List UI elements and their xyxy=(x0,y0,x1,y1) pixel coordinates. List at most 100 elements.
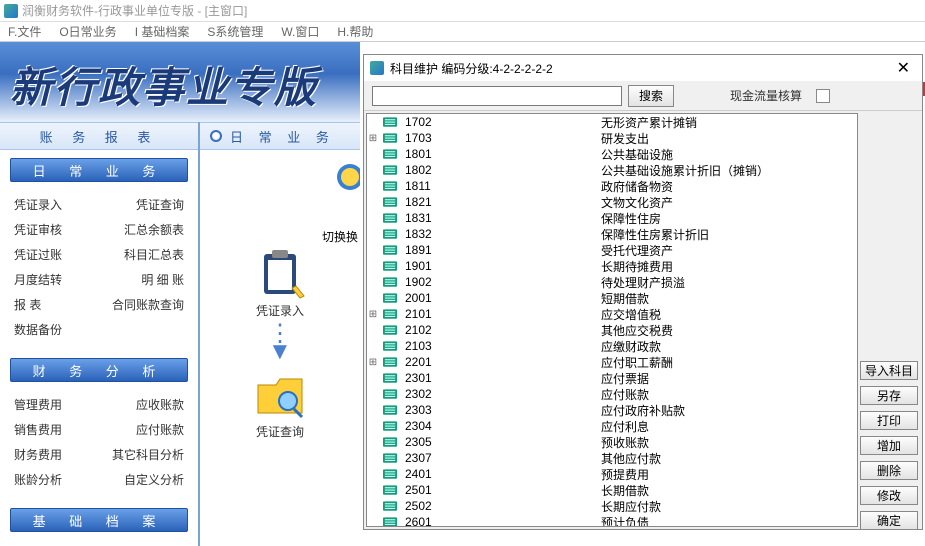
nav-link[interactable]: 报 表 xyxy=(14,296,41,313)
nav-link[interactable]: 财务费用 xyxy=(14,446,62,463)
nav-link[interactable]: 自定义分析 xyxy=(124,471,184,488)
mid-panel: 日 常 业 务 切换换 凭证录入 ⋮▼ 凭证查询 xyxy=(200,122,360,546)
table-row[interactable]: 1901长期待摊费用 xyxy=(367,258,857,274)
subject-name: 预提费用 xyxy=(601,466,649,483)
dlg-btn-5[interactable]: 修改 xyxy=(860,486,918,505)
subject-icon xyxy=(382,148,398,161)
band-analysis[interactable]: 财 务 分 析 xyxy=(10,358,188,382)
nav-link[interactable]: 其它科目分析 xyxy=(112,446,184,463)
table-row[interactable]: 2303应付政府补贴款 xyxy=(367,402,857,418)
subject-name: 研发支出 xyxy=(601,130,649,147)
subject-name: 公共基础设施 xyxy=(601,146,673,163)
dlg-btn-1[interactable]: 另存 xyxy=(860,386,918,405)
nav-link[interactable]: 账龄分析 xyxy=(14,471,62,488)
table-row[interactable]: 2001短期借款 xyxy=(367,290,857,306)
dlg-btn-2[interactable]: 打印 xyxy=(860,411,918,430)
subject-name: 政府储备物资 xyxy=(601,178,673,195)
panel-header-reports: 账 务 报 表 xyxy=(0,122,198,150)
nav-link[interactable]: 凭证查询 xyxy=(136,196,184,213)
subject-icon xyxy=(382,356,398,369)
table-row[interactable]: 2302应付账款 xyxy=(367,386,857,402)
table-row[interactable]: 2502长期应付款 xyxy=(367,498,857,514)
subject-icon xyxy=(382,116,398,129)
subject-icon xyxy=(382,516,398,527)
subject-name: 应付政府补贴款 xyxy=(601,402,685,419)
nav-link[interactable]: 汇总余额表 xyxy=(124,221,184,238)
table-row[interactable]: 1702无形资产累计摊销 xyxy=(367,114,857,130)
table-row[interactable]: 2305预收账款 xyxy=(367,434,857,450)
menu-base[interactable]: I 基础档案 xyxy=(135,23,190,40)
nav-link[interactable]: 合同账款查询 xyxy=(112,296,184,313)
table-row[interactable]: 2301应付票据 xyxy=(367,370,857,386)
menu-daily[interactable]: O日常业务 xyxy=(59,23,116,40)
table-row[interactable]: 2103应缴财政款 xyxy=(367,338,857,354)
subject-icon xyxy=(382,164,398,177)
table-row[interactable]: 1831保障性住房 xyxy=(367,210,857,226)
voucher-entry[interactable]: 凭证录入 xyxy=(252,246,308,319)
switch-icon[interactable] xyxy=(330,162,360,222)
table-row[interactable]: ⊞2201应付职工薪酬 xyxy=(367,354,857,370)
search-button[interactable]: 搜索 xyxy=(628,85,674,107)
subject-name: 公共基础设施累计折旧（摊销） xyxy=(601,162,769,179)
table-row[interactable]: 2102其他应交税费 xyxy=(367,322,857,338)
subject-code: 2301 xyxy=(401,371,601,385)
table-row[interactable]: 2501长期借款 xyxy=(367,482,857,498)
cash-flow-checkbox[interactable] xyxy=(816,89,830,103)
subject-code: 1831 xyxy=(401,211,601,225)
nav-link[interactable]: 明 细 账 xyxy=(141,271,184,288)
subject-code: 2501 xyxy=(401,483,601,497)
dlg-btn-4[interactable]: 删除 xyxy=(860,461,918,480)
menu-window[interactable]: W.窗口 xyxy=(281,23,319,40)
voucher-query[interactable]: 凭证查询 xyxy=(252,367,308,440)
nav-link[interactable]: 科目汇总表 xyxy=(124,246,184,263)
menu-help[interactable]: H.帮助 xyxy=(337,23,373,40)
menu-file[interactable]: F.文件 xyxy=(8,23,41,40)
table-row[interactable]: 2304应付利息 xyxy=(367,418,857,434)
band-base[interactable]: 基 础 档 案 xyxy=(10,508,188,532)
nav-link[interactable]: 凭证录入 xyxy=(14,196,62,213)
subject-code: 2302 xyxy=(401,387,601,401)
nav-link[interactable]: 凭证过账 xyxy=(14,246,62,263)
nav-link[interactable]: 月度结转 xyxy=(14,271,62,288)
subject-name: 文物文化资产 xyxy=(601,194,673,211)
table-row[interactable]: 1811政府储备物资 xyxy=(367,178,857,194)
menu-system[interactable]: S系统管理 xyxy=(207,23,263,40)
subject-icon xyxy=(382,308,398,321)
subject-code: 2304 xyxy=(401,419,601,433)
switch-label[interactable]: 切换换 xyxy=(322,228,358,245)
dlg-btn-0[interactable]: 导入科目 xyxy=(860,361,918,380)
expander-icon[interactable]: ⊞ xyxy=(367,133,379,144)
nav-link[interactable]: 销售费用 xyxy=(14,421,62,438)
table-row[interactable]: ⊞1703研发支出 xyxy=(367,130,857,146)
dlg-btn-6[interactable]: 确定 xyxy=(860,511,918,530)
table-row[interactable]: 1902待处理财产损溢 xyxy=(367,274,857,290)
nav-link[interactable]: 凭证审核 xyxy=(14,221,62,238)
nav-link[interactable]: 应收账款 xyxy=(136,396,184,413)
subject-tree[interactable]: 1702无形资产累计摊销⊞1703研发支出1801公共基础设施1802公共基础设… xyxy=(366,113,858,527)
table-row[interactable]: 1802公共基础设施累计折旧（摊销） xyxy=(367,162,857,178)
table-row[interactable]: 1832保障性住房累计折旧 xyxy=(367,226,857,242)
subject-name: 应付账款 xyxy=(601,386,649,403)
subject-icon xyxy=(382,340,398,353)
expander-icon[interactable]: ⊞ xyxy=(367,357,379,368)
nav-link[interactable]: 管理费用 xyxy=(14,396,62,413)
close-icon[interactable]: ✕ xyxy=(891,58,916,78)
table-row[interactable]: 1891受托代理资产 xyxy=(367,242,857,258)
table-row[interactable]: 1801公共基础设施 xyxy=(367,146,857,162)
search-input[interactable] xyxy=(372,86,622,106)
subject-dialog: 科目维护 编码分级:4-2-2-2-2-2 ✕ 搜索 现金流量核算 1702无形… xyxy=(363,54,923,530)
arrow-down-icon: ⋮▼ xyxy=(268,325,292,361)
table-row[interactable]: ⊞2101应交增值税 xyxy=(367,306,857,322)
nav-link[interactable]: 数据备份 xyxy=(14,321,62,338)
band-daily[interactable]: 日 常 业 务 xyxy=(10,158,188,182)
left-panel: 账 务 报 表 日 常 业 务 凭证录入 凭证查询凭证审核 汇总余额表凭证过账 科目汇… xyxy=(0,122,200,546)
table-row[interactable]: 2307其他应付款 xyxy=(367,450,857,466)
table-row[interactable]: 2401预提费用 xyxy=(367,466,857,482)
table-row[interactable]: 1821文物文化资产 xyxy=(367,194,857,210)
expander-icon[interactable]: ⊞ xyxy=(367,309,379,320)
table-row[interactable]: 2601预计负债 xyxy=(367,514,857,526)
nav-link[interactable]: 应付账款 xyxy=(136,421,184,438)
dlg-btn-3[interactable]: 增加 xyxy=(860,436,918,455)
subject-icon xyxy=(382,452,398,465)
app-icon xyxy=(4,4,18,18)
